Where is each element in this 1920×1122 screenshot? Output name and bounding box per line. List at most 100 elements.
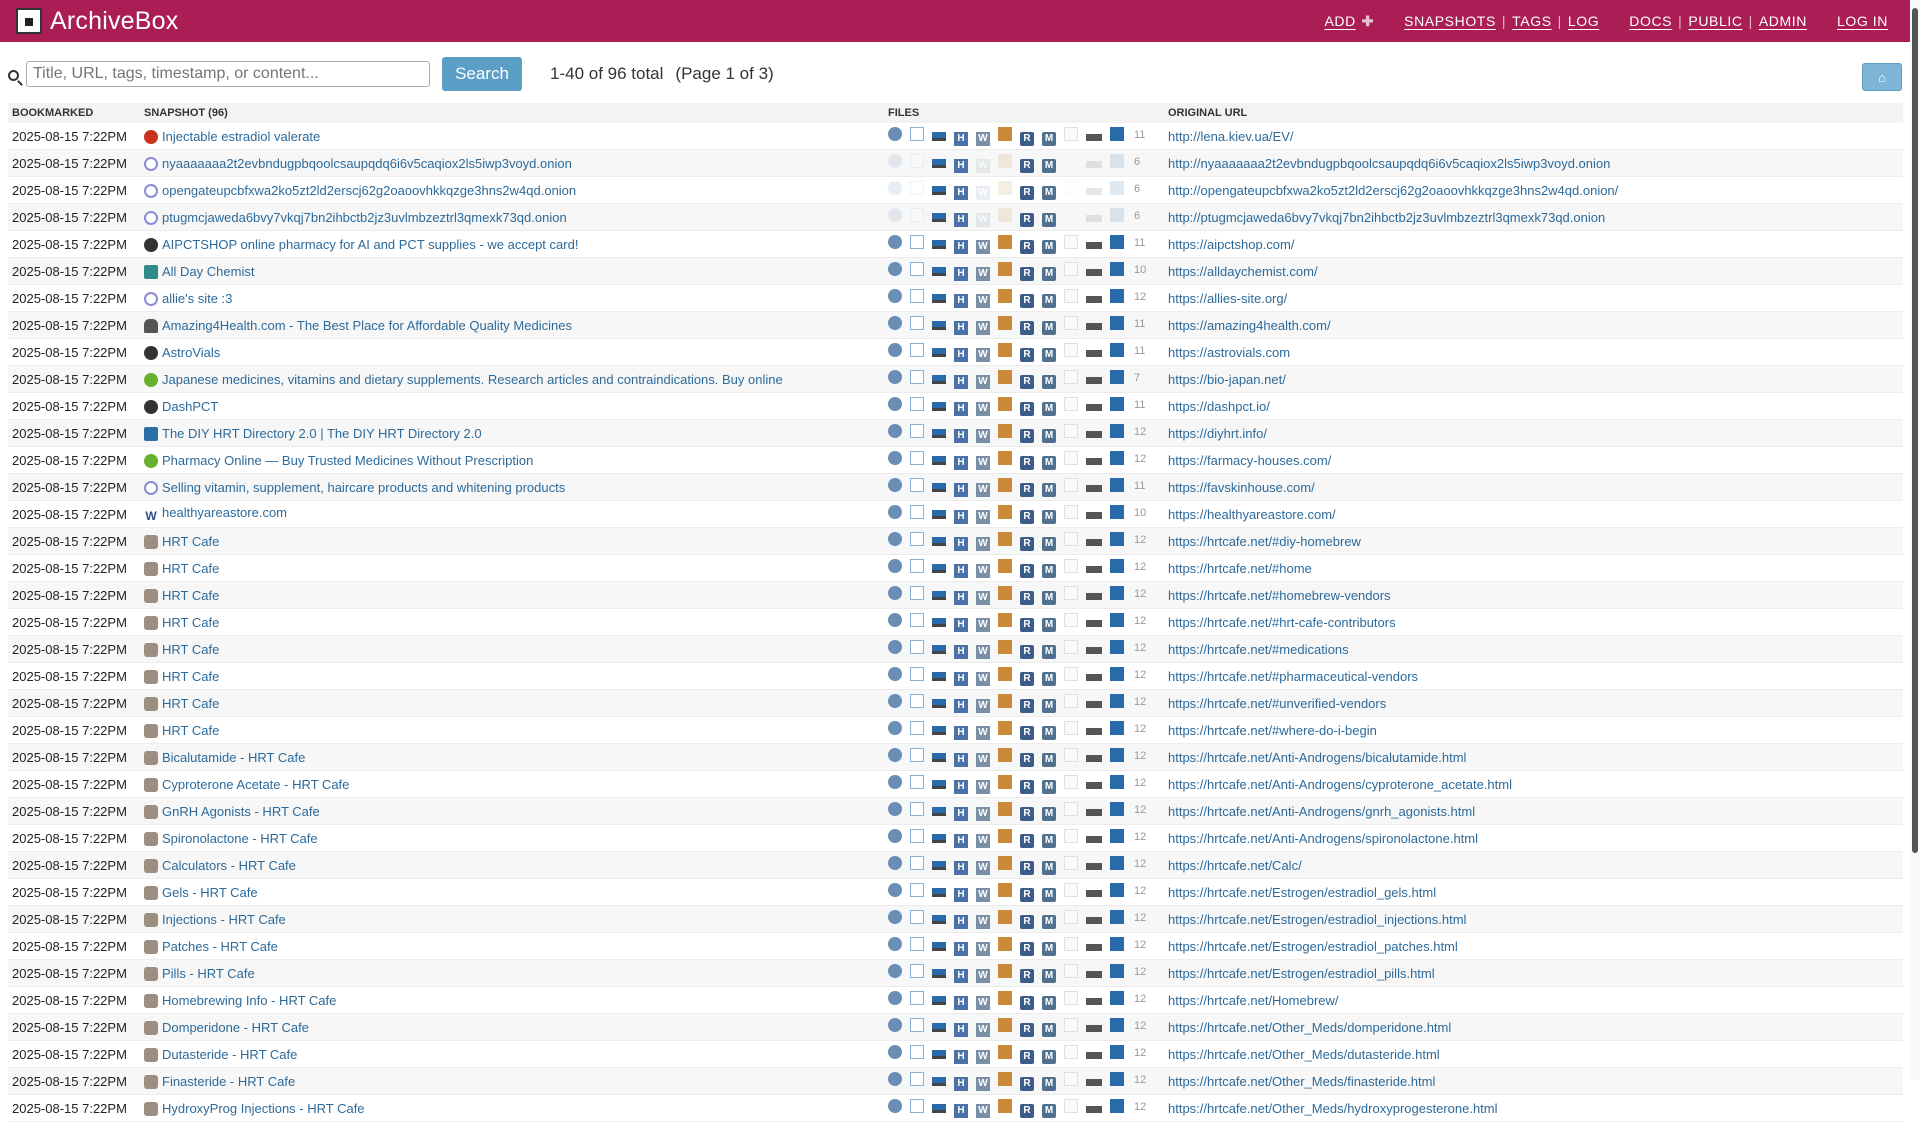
archive-bar-icon[interactable] <box>1086 404 1102 411</box>
archive-r-icon[interactable]: R <box>1020 996 1034 1010</box>
archive-doc-icon[interactable] <box>910 640 924 654</box>
archive-inst-icon[interactable] <box>1110 235 1124 249</box>
archive-w-icon[interactable]: W <box>976 213 990 227</box>
archive-w-icon[interactable]: W <box>976 1104 990 1118</box>
archive-r-icon[interactable]: R <box>1020 699 1034 713</box>
table-row[interactable]: 2025-08-15 7:22PM Homebrewing Info - HRT … <box>8 986 1903 1014</box>
snapshot-title-link[interactable]: Domperidone - HRT Cafe <box>162 1020 309 1035</box>
table-row[interactable]: 2025-08-15 7:22PM Injections - HRT Cafe H W… <box>8 905 1903 933</box>
table-row[interactable]: 2025-08-15 7:22PM HRT Cafe H W R M 12 https://h… <box>8 608 1903 636</box>
table-row[interactable]: 2025-08-15 7:22PM Pills - HRT Cafe H W R M 12 h… <box>8 959 1903 987</box>
archive-box-icon[interactable] <box>998 991 1012 1005</box>
archive-bar-icon[interactable] <box>1086 1025 1102 1032</box>
archive-laptop-icon[interactable] <box>932 888 946 897</box>
archive-h-icon[interactable]: H <box>954 915 968 929</box>
archive-w-icon[interactable]: W <box>976 537 990 551</box>
archive-r-icon[interactable]: R <box>1020 483 1034 497</box>
archive-w-icon[interactable]: W <box>976 186 990 200</box>
archive-m-icon[interactable]: M <box>1042 1050 1056 1064</box>
archive-inst-icon[interactable] <box>1110 748 1124 762</box>
table-row[interactable]: 2025-08-15 7:22PM AIPCTSHOP online pharma… <box>8 230 1903 258</box>
archive-box-icon[interactable] <box>998 532 1012 546</box>
archive-info-icon[interactable] <box>888 235 902 249</box>
archive-inst-icon[interactable] <box>1110 586 1124 600</box>
archive-info-icon[interactable] <box>888 802 902 816</box>
archive-bar-icon[interactable] <box>1086 539 1102 546</box>
snapshot-title-link[interactable]: HRT Cafe <box>162 669 219 684</box>
original-url-link[interactable]: https://amazing4health.com/ <box>1168 318 1331 333</box>
snapshot-title-link[interactable]: Bicalutamide - HRT Cafe <box>162 750 305 765</box>
archive-w-icon[interactable]: W <box>976 591 990 605</box>
archive-doc-icon[interactable] <box>910 532 924 546</box>
archive-info-icon[interactable] <box>888 559 902 573</box>
original-url-link[interactable]: https://hrtcafe.net/#homebrew-vendors <box>1168 588 1391 603</box>
archive-box-icon[interactable] <box>998 559 1012 573</box>
original-url-link[interactable]: https://hrtcafe.net/#diy-homebrew <box>1168 534 1361 549</box>
archive-h-icon[interactable]: H <box>954 294 968 308</box>
archive-laptop-icon[interactable] <box>932 1104 946 1113</box>
archive-box-icon[interactable] <box>998 1072 1012 1086</box>
archive-info-icon[interactable] <box>888 937 902 951</box>
archive-doc-icon[interactable] <box>910 397 924 411</box>
archive-m-icon[interactable]: M <box>1042 321 1056 335</box>
table-row[interactable]: 2025-08-15 7:22PM All Day Chemist H W R M 10 ht… <box>8 257 1903 285</box>
archive-h-icon[interactable]: H <box>954 780 968 794</box>
archive-r-icon[interactable]: R <box>1020 564 1034 578</box>
original-url-link[interactable]: https://hrtcafe.net/Other_Meds/domperido… <box>1168 1020 1451 1035</box>
archive-doc-icon[interactable] <box>910 1018 924 1032</box>
archive-doc-icon[interactable] <box>910 154 924 168</box>
table-row[interactable]: 2025-08-15 7:22PM HRT Cafe H W R M 12 https://h… <box>8 554 1903 582</box>
archive-m-icon[interactable]: M <box>1042 159 1056 173</box>
archive-r-icon[interactable]: R <box>1020 510 1034 524</box>
archive-inst-icon[interactable] <box>1110 370 1124 384</box>
table-row[interactable]: 2025-08-15 7:22PM Finasteride - HRT Cafe H… <box>8 1067 1903 1095</box>
snapshot-title-link[interactable]: HRT Cafe <box>162 561 219 576</box>
original-url-link[interactable]: https://alldaychemist.com/ <box>1168 264 1318 279</box>
archive-laptop-icon[interactable] <box>932 996 946 1005</box>
archive-w-icon[interactable]: W <box>976 564 990 578</box>
archive-laptop-icon[interactable] <box>932 915 946 924</box>
archive-inst-icon[interactable] <box>1110 451 1124 465</box>
archive-inst-icon[interactable] <box>1110 289 1124 303</box>
nav-log-link[interactable]: LOG <box>1568 13 1599 29</box>
archive-r-icon[interactable]: R <box>1020 942 1034 956</box>
original-url-link[interactable]: https://hrtcafe.net/Other_Meds/hydroxypr… <box>1168 1101 1498 1116</box>
snapshot-title-link[interactable]: HydroxyProg Injections - HRT Cafe <box>162 1101 365 1116</box>
table-row[interactable]: 2025-08-15 7:22PM Whealthyareastore.com H W… <box>8 500 1903 528</box>
archive-box-icon[interactable] <box>998 262 1012 276</box>
archive-m-icon[interactable]: M <box>1042 132 1056 146</box>
archive-laptop-icon[interactable] <box>932 483 946 492</box>
archive-box-icon[interactable] <box>998 343 1012 357</box>
archive-laptop-icon[interactable] <box>932 132 946 141</box>
archive-info-icon[interactable] <box>888 289 902 303</box>
table-row[interactable]: 2025-08-15 7:22PM HRT Cafe H W R M 12 https://h… <box>8 635 1903 663</box>
archive-bar-icon[interactable] <box>1086 377 1102 384</box>
archive-h-icon[interactable]: H <box>954 483 968 497</box>
archive-m-icon[interactable]: M <box>1042 834 1056 848</box>
snapshot-title-link[interactable]: Patches - HRT Cafe <box>162 939 278 954</box>
archive-doc-icon[interactable] <box>910 1072 924 1086</box>
archive-bar-icon[interactable] <box>1086 782 1102 789</box>
original-url-link[interactable]: https://hrtcafe.net/Other_Meds/dutasteri… <box>1168 1047 1440 1062</box>
archive-doc-icon[interactable] <box>910 316 924 330</box>
archive-bar-icon[interactable] <box>1086 512 1102 519</box>
archive-m-icon[interactable]: M <box>1042 510 1056 524</box>
header-files[interactable]: FILES <box>884 103 1164 123</box>
archive-w-icon[interactable]: W <box>976 726 990 740</box>
original-url-link[interactable]: https://astrovials.com <box>1168 345 1290 360</box>
original-url-link[interactable]: https://favskinhouse.com/ <box>1168 480 1315 495</box>
archive-info-icon[interactable] <box>888 397 902 411</box>
archive-box-icon[interactable] <box>998 775 1012 789</box>
archive-box-icon[interactable] <box>998 640 1012 654</box>
archive-doc-icon[interactable] <box>910 667 924 681</box>
archive-info-icon[interactable] <box>888 208 902 222</box>
archive-w-icon[interactable]: W <box>976 645 990 659</box>
archive-inst-icon[interactable] <box>1110 316 1124 330</box>
table-row[interactable]: 2025-08-15 7:22PM HRT Cafe H W R M 12 https://h… <box>8 689 1903 717</box>
archive-blank-icon[interactable] <box>1064 667 1078 681</box>
archive-box-icon[interactable] <box>998 1045 1012 1059</box>
archive-blank-icon[interactable] <box>1064 937 1078 951</box>
archive-blank-icon[interactable] <box>1064 964 1078 978</box>
archive-bar-icon[interactable] <box>1086 296 1102 303</box>
archive-h-icon[interactable]: H <box>954 807 968 821</box>
